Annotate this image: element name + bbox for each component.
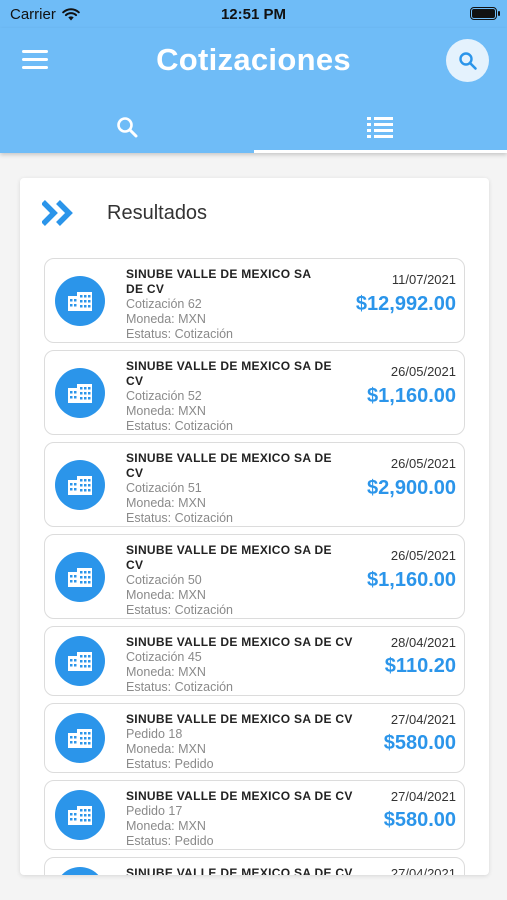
list-item[interactable]: SINUBE VALLE DE MEXICO SA DE CV Cotizaci… <box>44 626 465 696</box>
active-tab-indicator <box>253 150 507 153</box>
item-date: 26/05/2021 <box>390 364 456 379</box>
item-amount: $2,900.00 <box>367 477 456 499</box>
double-chevron-icon <box>42 200 73 226</box>
item-amount: $1,160.00 <box>367 385 456 407</box>
page-title: Cotizaciones <box>156 42 351 77</box>
list-item[interactable]: SINUBE VALLE DE MEXICO SA DE CV Cotizaci… <box>44 258 465 343</box>
building-icon <box>55 790 105 840</box>
item-currency: Moneda: MXN <box>126 664 206 679</box>
item-currency: Moneda: MXN <box>126 818 206 833</box>
list-icon <box>367 116 394 138</box>
search-button[interactable] <box>446 39 489 82</box>
item-company: SINUBE VALLE DE MEXICO SA DE CV <box>126 267 311 296</box>
results-card: Resultados SINUBE VALLE DE MEXICO SA DE … <box>20 178 489 875</box>
item-company: SINUBE VALLE DE MEXICO SA DE CV <box>126 789 353 803</box>
item-date: 27/04/2021 <box>390 712 456 727</box>
item-amount: $1,160.00 <box>367 569 456 591</box>
item-date: 11/07/2021 <box>391 272 456 287</box>
search-icon <box>458 51 477 70</box>
item-status: Estatus: Cotización <box>126 326 233 341</box>
item-status: Estatus: Cotización <box>126 418 233 433</box>
item-status: Estatus: Pedido <box>126 756 214 771</box>
item-amount: $12,992.00 <box>355 293 456 315</box>
item-amount: $110.20 <box>384 655 456 677</box>
status-time: 12:51 PM <box>220 6 287 23</box>
item-status: Estatus: Cotización <box>126 602 233 617</box>
results-title: Resultados <box>107 201 208 224</box>
item-date: 27/04/2021 <box>390 866 456 875</box>
results-list: SINUBE VALLE DE MEXICO SA DE CV Cotizaci… <box>44 258 465 875</box>
item-document: Cotización 45 <box>126 650 202 664</box>
item-company: SINUBE VALLE DE MEXICO SA DE CV <box>126 359 332 388</box>
item-date: 26/05/2021 <box>390 456 456 471</box>
item-date: 27/04/2021 <box>390 789 456 804</box>
search-icon <box>116 116 138 137</box>
list-item[interactable]: SINUBE VALLE DE MEXICO SA DE CV Cotizaci… <box>44 442 465 527</box>
item-date: 28/04/2021 <box>390 635 456 650</box>
tab-list[interactable] <box>253 100 507 153</box>
building-icon <box>55 551 105 602</box>
list-item[interactable]: SINUBE VALLE DE MEXICO SA DE CV Cotizaci… <box>44 350 465 435</box>
list-item[interactable]: SINUBE VALLE DE MEXICO SA DE CV Cotizaci… <box>44 534 465 619</box>
item-currency: Moneda: MXN <box>126 587 206 602</box>
item-company: SINUBE VALLE DE MEXICO SA DE CV <box>126 635 353 649</box>
item-company: SINUBE VALLE DE MEXICO SA DE CV <box>126 712 353 726</box>
item-document: Pedido 18 <box>126 727 183 741</box>
item-company: SINUBE VALLE DE MEXICO SA DE CV <box>126 451 332 480</box>
building-icon <box>55 459 105 510</box>
building-icon <box>55 275 105 326</box>
status-bar: Carrier 12:51 PM <box>0 0 507 28</box>
list-item[interactable]: SINUBE VALLE DE MEXICO SA DE CV Pedido 1… <box>44 780 465 850</box>
item-currency: Moneda: MXN <box>126 495 206 510</box>
building-icon <box>55 636 105 686</box>
item-status: Estatus: Pedido <box>126 833 214 848</box>
item-document: Cotización 62 <box>126 297 202 311</box>
app-bar: Cotizaciones <box>0 28 507 153</box>
item-company: SINUBE VALLE DE MEXICO SA DE CV <box>126 866 353 875</box>
item-document: Cotización 52 <box>126 389 202 403</box>
item-currency: Moneda: MXN <box>126 311 206 326</box>
item-document: Pedido 17 <box>126 804 183 818</box>
building-icon <box>55 367 105 418</box>
building-icon <box>55 867 105 875</box>
item-date: 26/05/2021 <box>390 548 456 563</box>
item-currency: Moneda: MXN <box>126 403 206 418</box>
battery-icon <box>470 7 500 20</box>
item-document: Cotización 51 <box>126 481 202 495</box>
building-icon <box>55 713 105 763</box>
list-item[interactable]: SINUBE VALLE DE MEXICO SA DE CV 27/04/20… <box>44 857 465 875</box>
tab-bar <box>0 100 507 153</box>
item-status: Estatus: Cotización <box>126 510 233 525</box>
item-document: Cotización 50 <box>126 573 202 587</box>
list-item[interactable]: SINUBE VALLE DE MEXICO SA DE CV Pedido 1… <box>44 703 465 773</box>
tab-search[interactable] <box>0 100 254 153</box>
item-amount: $580.00 <box>383 732 456 754</box>
item-amount: $580.00 <box>383 809 456 831</box>
item-status: Estatus: Cotización <box>126 679 233 694</box>
item-company: SINUBE VALLE DE MEXICO SA DE CV <box>126 543 332 572</box>
item-currency: Moneda: MXN <box>126 741 206 756</box>
results-header: Resultados <box>42 200 207 226</box>
